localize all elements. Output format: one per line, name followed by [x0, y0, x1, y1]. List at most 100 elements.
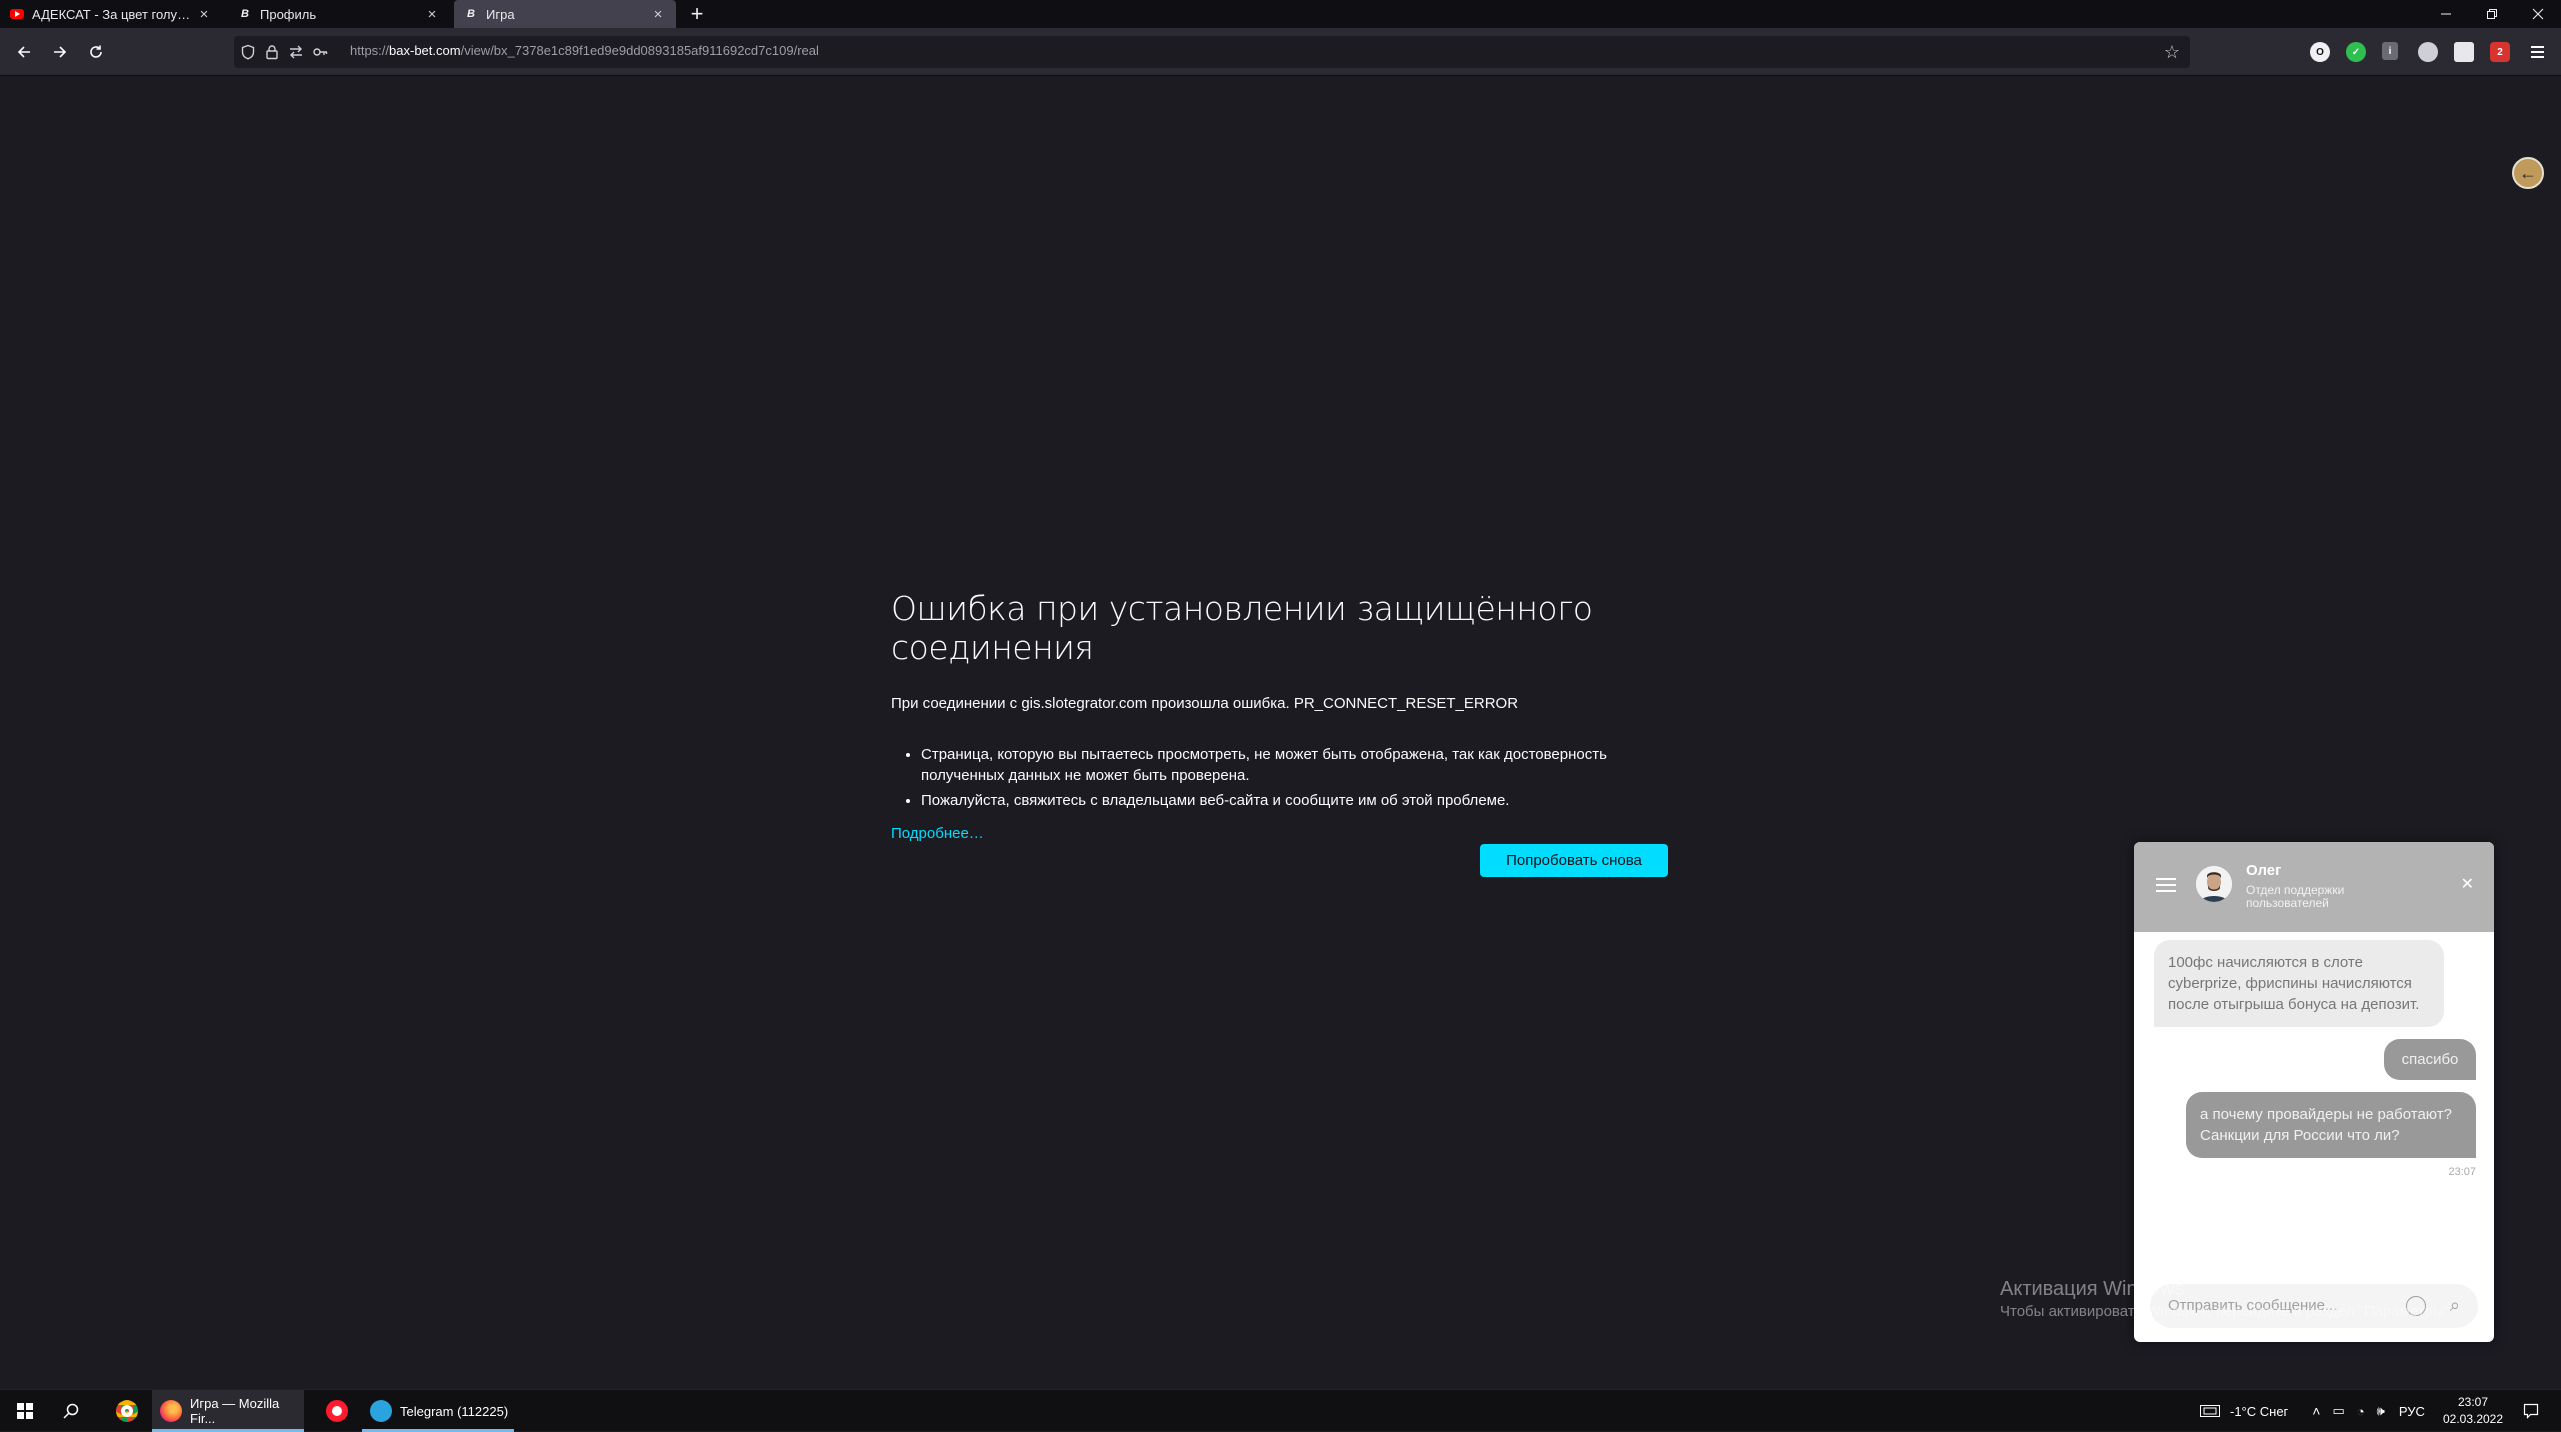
bookmark-star-icon[interactable]: ☆ [2164, 42, 2180, 63]
chevron-up-icon[interactable]: ˄ [2312, 1403, 2320, 1419]
taskbar-chrome[interactable] [108, 1390, 148, 1432]
language-indicator[interactable]: РУС [2399, 1404, 2425, 1419]
volume-icon[interactable]: 🕪 [2377, 1403, 2385, 1419]
firefox-icon [160, 1400, 182, 1422]
url-host: bax-bet.com [389, 43, 461, 58]
chat-message-input[interactable]: Отправить сообщение... ⌕ [2150, 1284, 2478, 1328]
tab-strip: АДЕКСАТ - За цвет голубых о × B Профиль … [0, 0, 2561, 28]
chat-menu-button[interactable] [2156, 878, 2176, 892]
back-arrow-circle-icon[interactable]: ← [2512, 157, 2544, 189]
message-timestamp: 23:07 [2448, 1166, 2476, 1178]
chat-input-placeholder: Отправить сообщение... [2168, 1297, 2338, 1314]
hamburger-line [2156, 890, 2176, 892]
restore-button[interactable] [2470, 0, 2514, 28]
reload-icon [90, 45, 102, 58]
close-window-button[interactable] [2516, 0, 2560, 28]
permissions-icon[interactable] [288, 44, 304, 60]
weather-widget-icon[interactable] [2200, 1404, 2220, 1418]
telegram-icon [370, 1400, 392, 1422]
search-button[interactable] [56, 1390, 86, 1432]
user-message: спасибо [2384, 1039, 2476, 1080]
taskbar-telegram[interactable]: Telegram (112225) [362, 1390, 514, 1432]
minimize-icon [2441, 13, 2451, 15]
restore-icon [2487, 9, 2497, 19]
error-title: Ошибка при установлении защищённого соед… [891, 589, 1593, 667]
error-details-list: Страница, которую вы пытаетесь просмотре… [891, 744, 1671, 811]
extension-info-icon[interactable]: i [2382, 42, 2398, 60]
extension-check-icon[interactable]: ✓ [2346, 42, 2366, 62]
taskbar-app-label: Telegram (112225) [400, 1403, 509, 1419]
address-bar[interactable]: https://bax-bet.com/view/bx_7378e1c89f1e… [234, 36, 2190, 68]
forward-button[interactable] [48, 40, 72, 64]
system-tray: -1°C Снег ˄ ▭ ◔ 🕪 РУС [2200, 1390, 2425, 1432]
shield-icon[interactable] [240, 44, 256, 60]
hamburger-line [2156, 884, 2176, 886]
windows-logo-icon [17, 1403, 33, 1419]
agent-message: 100фс начисляются в слоте cyberprize, фр… [2154, 940, 2444, 1027]
key-icon[interactable] [312, 44, 328, 60]
tab-title: Профиль [260, 6, 317, 22]
extension-adblock-icon[interactable]: O [2310, 42, 2330, 62]
taskbar-firefox[interactable]: Игра — Mozilla Fir... [152, 1390, 304, 1432]
tab-youtube[interactable]: АДЕКСАТ - За цвет голубых о × [0, 0, 222, 28]
taskbar-opera[interactable] [318, 1390, 358, 1432]
tab-title: Игра [486, 6, 515, 22]
extension-badge: 2 [2497, 46, 2503, 58]
extension-notifications-icon[interactable]: 2 [2490, 42, 2510, 62]
close-tab-icon[interactable]: × [424, 6, 440, 23]
youtube-icon [10, 9, 24, 19]
new-tab-button[interactable]: + [683, 0, 711, 28]
hamburger-icon [2531, 46, 2544, 48]
support-chat-widget: Олег Отдел поддержки пользователей ✕ 100… [2134, 842, 2494, 1342]
extension-box-icon[interactable] [2454, 42, 2474, 62]
site-icon: B [467, 8, 475, 20]
app-menu-button[interactable] [2526, 40, 2550, 64]
chat-messages: 100фс начисляются в слоте cyberprize, фр… [2134, 932, 2494, 1262]
reload-button[interactable] [84, 40, 108, 64]
back-button[interactable] [12, 40, 36, 64]
navigation-toolbar: https://bax-bet.com/view/bx_7378e1c89f1e… [0, 28, 2561, 76]
start-button[interactable] [10, 1390, 40, 1432]
opera-icon [326, 1400, 348, 1422]
agent-role: Отдел поддержки пользователей [2246, 883, 2345, 910]
lock-icon[interactable] [264, 44, 280, 60]
error-description: При соединении с gis.slotegrator.com про… [891, 695, 1519, 712]
search-icon [63, 1403, 79, 1419]
try-again-button[interactable]: Попробовать снова [1480, 844, 1668, 877]
url-text[interactable]: https://bax-bet.com/view/bx_7378e1c89f1e… [350, 43, 819, 58]
close-tab-icon[interactable]: × [650, 6, 666, 23]
weather-text[interactable]: -1°C Снег [2230, 1404, 2288, 1419]
user-message: а почему провайдеры не работают? Санкции… [2186, 1092, 2476, 1158]
taskbar: Игра — Mozilla Fir... Telegram (112225) … [0, 1389, 2561, 1432]
site-icon: B [241, 8, 249, 20]
close-tab-icon[interactable]: × [196, 6, 212, 23]
hamburger-line [2531, 56, 2544, 58]
clock-time: 23:07 [2457, 1395, 2489, 1409]
clock-date: 02.03.2022 [2442, 1412, 2504, 1426]
wifi-icon[interactable]: ◔ [2357, 1404, 2365, 1419]
agent-name: Олег [2246, 862, 2282, 879]
extension-circle-icon[interactable] [2418, 42, 2438, 62]
error-detail-item: Пожалуйста, свяжитесь с владельцами веб-… [921, 790, 1671, 811]
minimize-button[interactable] [2424, 0, 2468, 28]
network-icon[interactable]: ▭ [2332, 1403, 2344, 1419]
arrow-right-icon [54, 46, 67, 58]
tab-game[interactable]: B Игра × [454, 0, 676, 28]
chat-close-icon[interactable]: ✕ [2461, 874, 2474, 894]
url-path: /view/bx_7378e1c89f1ed9e9dd0893185af9116… [460, 43, 819, 58]
emoji-icon[interactable] [2406, 1296, 2426, 1316]
arrow-left-icon [17, 46, 30, 58]
learn-more-link[interactable]: Подробнее… [891, 825, 1671, 842]
url-scheme: https:// [350, 43, 390, 58]
tab-profile[interactable]: B Профиль × [228, 0, 450, 28]
close-icon [2532, 8, 2544, 20]
notification-icon [2523, 1403, 2539, 1419]
attachment-icon[interactable]: ⌕ [2450, 1295, 2460, 1316]
chat-header: Олег Отдел поддержки пользователей ✕ [2134, 842, 2494, 932]
taskbar-clock[interactable]: 23:07 02.03.2022 [2438, 1394, 2508, 1428]
person-icon [2196, 866, 2232, 902]
action-center-button[interactable] [2516, 1390, 2546, 1432]
error-panel: Ошибка при установлении защищённого соед… [891, 589, 1671, 842]
taskbar-app-label: Игра — Mozilla Fir... [190, 1396, 280, 1426]
agent-avatar [2196, 866, 2232, 902]
